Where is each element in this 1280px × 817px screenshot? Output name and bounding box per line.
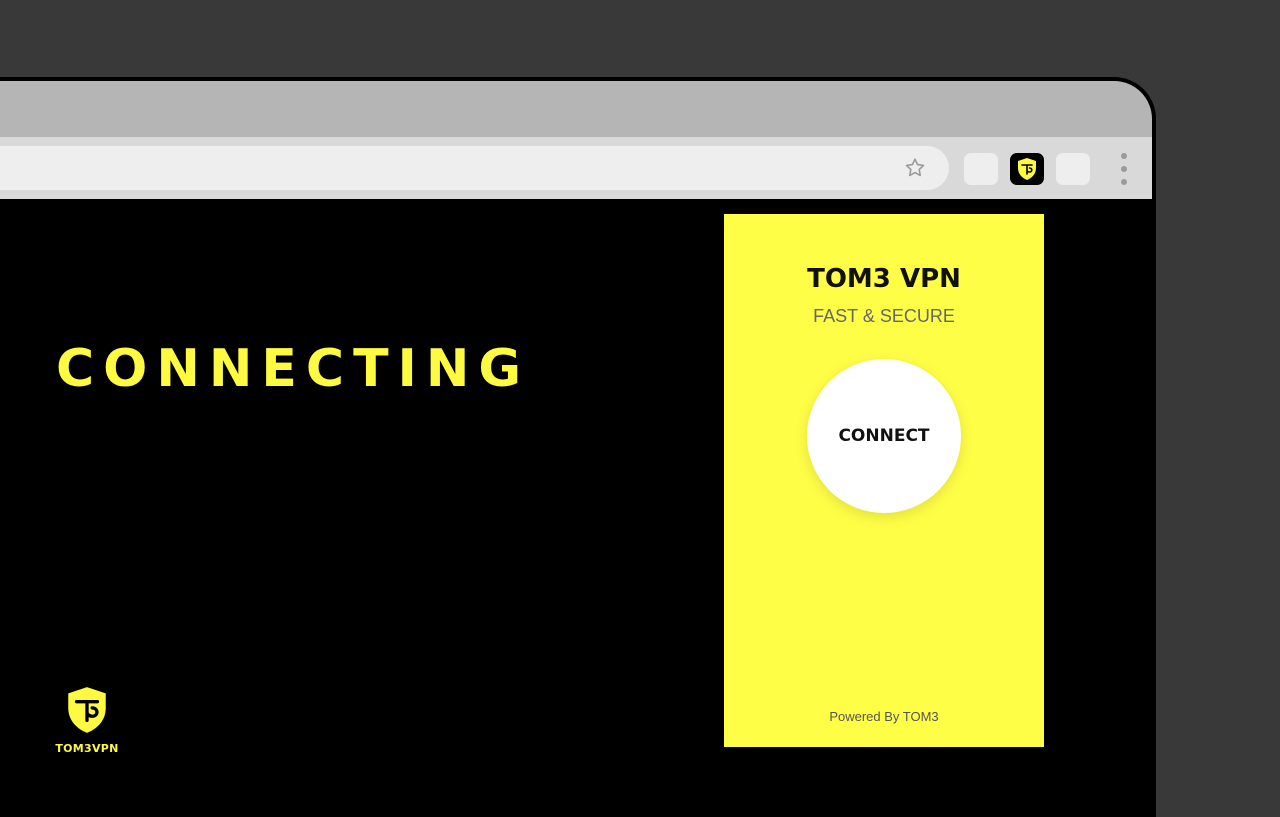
popup-subtitle: FAST & SECURE — [813, 306, 955, 326]
extension-placeholder-button[interactable] — [1056, 153, 1090, 185]
browser-toolbar — [0, 137, 1152, 199]
connect-button[interactable]: CONNECT — [807, 359, 961, 513]
star-outline-icon[interactable] — [903, 156, 927, 180]
browser-window: CONNECTING TOM3VPN TOM3 VPN FAST & SECUR… — [0, 77, 1156, 817]
popup-title: TOM3 VPN — [807, 264, 961, 294]
address-bar[interactable] — [0, 146, 949, 190]
vpn-popup: TOM3 VPN FAST & SECURE CONNECT Powered B… — [724, 214, 1044, 747]
brand-logo: TOM3VPN — [52, 685, 122, 755]
extension-placeholder-button[interactable] — [964, 153, 998, 185]
tom3-vpn-extension-icon — [1018, 158, 1036, 180]
shield-logo-icon — [68, 687, 106, 733]
browser-titlebar — [0, 81, 1152, 137]
connect-button-label: CONNECT — [838, 426, 930, 446]
tom3-vpn-extension-button[interactable] — [1010, 153, 1044, 185]
powered-by-footer: Powered By TOM3 — [829, 709, 939, 724]
page-content: CONNECTING TOM3VPN TOM3 VPN FAST & SECUR… — [0, 199, 1152, 813]
brand-name: TOM3VPN — [55, 742, 119, 755]
connecting-headline: CONNECTING — [56, 339, 531, 399]
kebab-menu-icon[interactable] — [1119, 153, 1129, 185]
